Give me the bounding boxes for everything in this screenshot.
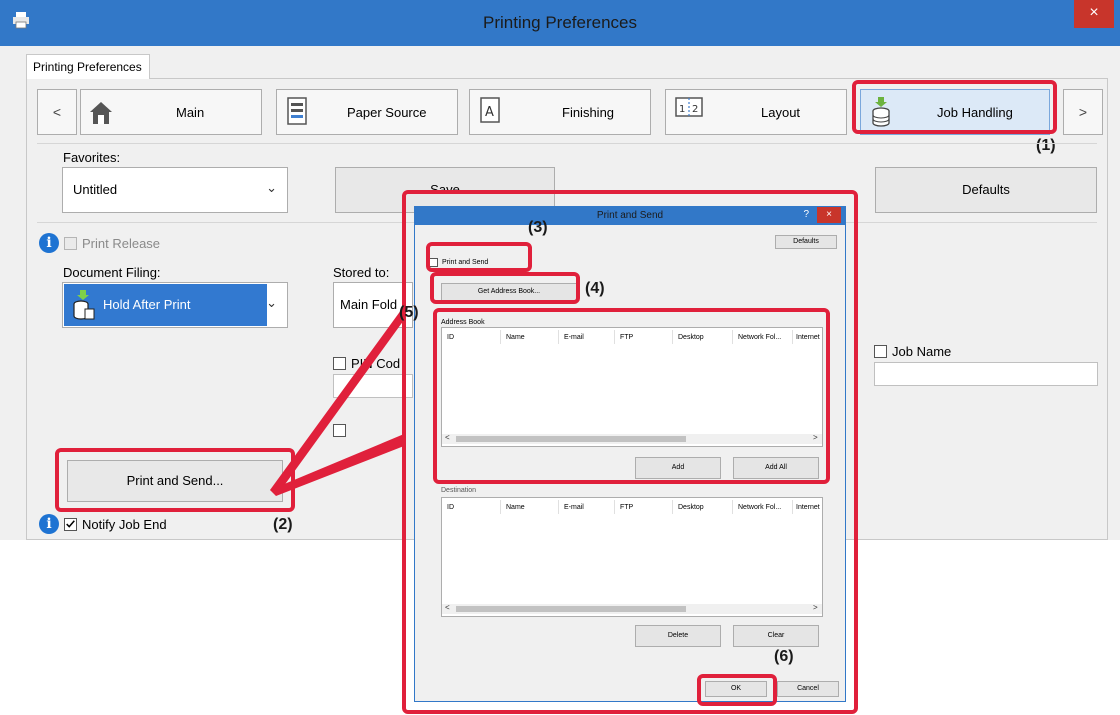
scroll-thumb[interactable]	[456, 606, 686, 612]
highlight-get-address-book	[430, 272, 580, 304]
window-title: Printing Preferences	[482, 13, 638, 32]
tab-layout-label: Layout	[761, 105, 801, 120]
checkmark-icon	[66, 520, 75, 528]
column-header[interactable]: ID	[447, 504, 454, 511]
column-header[interactable]: FTP	[620, 504, 633, 511]
home-icon	[90, 102, 112, 124]
highlight-print-and-send-checkbox	[426, 242, 532, 272]
horizontal-scrollbar[interactable]: < >	[442, 603, 822, 614]
job-name-checkbox[interactable]	[874, 345, 887, 358]
dialog-title: Print and Send	[596, 210, 664, 221]
document-filing-combo[interactable]: Hold After Print ⌄	[62, 282, 288, 328]
svg-text:2: 2	[692, 104, 698, 115]
nav-next-button[interactable]: >	[1063, 89, 1103, 135]
destination-grid[interactable]: ID Name E-mail FTP Desktop Network Fol..…	[441, 497, 823, 617]
tab-printing-preferences[interactable]: Printing Preferences	[26, 54, 150, 79]
finishing-icon: A	[480, 97, 500, 123]
step-1-label: (1)	[1036, 137, 1056, 154]
stored-to-label: Stored to:	[333, 265, 390, 280]
highlight-address-book	[433, 308, 830, 484]
step-4-label: (4)	[585, 280, 605, 297]
notify-job-end-label: Notify Job End	[82, 517, 167, 532]
highlight-job-handling	[852, 80, 1057, 134]
dialog-defaults-button[interactable]: Defaults	[775, 235, 837, 249]
chevron-down-icon: ⌄	[266, 180, 277, 195]
tab-main[interactable]: Main	[80, 89, 262, 135]
stored-to-value: Main Fold	[340, 297, 398, 312]
dialog-close-button[interactable]: ×	[817, 207, 841, 223]
title-bar: Printing Preferences ×	[0, 0, 1120, 46]
scroll-right-icon[interactable]: >	[813, 603, 818, 612]
option-checkbox[interactable]	[333, 424, 346, 437]
job-name-label: Job Name	[892, 344, 952, 359]
favorites-label: Favorites:	[63, 150, 121, 165]
column-header[interactable]: Name	[506, 504, 525, 511]
tab-finishing-label: Finishing	[562, 105, 615, 120]
svg-text:1: 1	[679, 104, 685, 115]
step-6-label: (6)	[774, 648, 794, 665]
paper-tray-icon	[287, 97, 307, 125]
clear-button[interactable]: Clear	[733, 625, 819, 647]
print-release-label: Print Release	[82, 236, 161, 251]
svg-text:A: A	[485, 105, 494, 120]
tab-paper-source[interactable]: Paper Source	[276, 89, 458, 135]
tab-finishing[interactable]: A Finishing	[469, 89, 651, 135]
step-3-label: (3)	[528, 219, 548, 236]
highlight-print-and-send	[55, 448, 295, 512]
scroll-left-icon[interactable]: <	[445, 603, 450, 612]
destination-label: Destination	[441, 487, 477, 494]
step-5-label: (5)	[399, 304, 419, 321]
info-icon[interactable]: i	[39, 233, 59, 253]
column-header[interactable]: Internet	[796, 504, 820, 511]
tab-main-label: Main	[176, 105, 205, 120]
document-filing-label: Document Filing:	[63, 265, 161, 280]
job-name-input[interactable]	[874, 362, 1098, 386]
pin-code-input[interactable]	[333, 374, 413, 398]
highlight-ok	[697, 674, 777, 706]
favorites-combo[interactable]: Untitled ⌄	[62, 167, 288, 213]
print-release-checkbox[interactable]	[64, 237, 77, 250]
column-header[interactable]: Desktop	[678, 504, 704, 511]
pin-code-checkbox[interactable]	[333, 357, 346, 370]
defaults-button[interactable]: Defaults	[875, 167, 1097, 213]
info-icon[interactable]: i	[39, 514, 59, 534]
column-header[interactable]: Network Fol...	[738, 504, 781, 511]
close-button[interactable]: ×	[1074, 0, 1114, 28]
notify-job-end-checkbox[interactable]	[64, 518, 77, 531]
nav-prev-button[interactable]: <	[37, 89, 77, 135]
favorites-value: Untitled	[73, 182, 118, 197]
chevron-down-icon: ⌄	[266, 295, 277, 310]
help-icon[interactable]: ?	[803, 209, 809, 220]
document-filing-value: Hold After Print	[103, 297, 191, 312]
hold-after-print-icon	[73, 290, 95, 320]
column-header[interactable]: E-mail	[564, 504, 584, 511]
tab-paper-source-label: Paper Source	[347, 105, 427, 120]
step-2-label: (2)	[273, 516, 293, 533]
delete-button[interactable]: Delete	[635, 625, 721, 647]
cancel-button[interactable]: Cancel	[777, 681, 839, 697]
layout-icon: 1 2	[675, 97, 703, 117]
pin-code-label: PIN Cod	[351, 356, 401, 371]
dialog-title-bar: Print and Send ? ×	[415, 207, 845, 225]
separator	[37, 143, 1097, 144]
tab-layout[interactable]: 1 2 Layout	[665, 89, 847, 135]
